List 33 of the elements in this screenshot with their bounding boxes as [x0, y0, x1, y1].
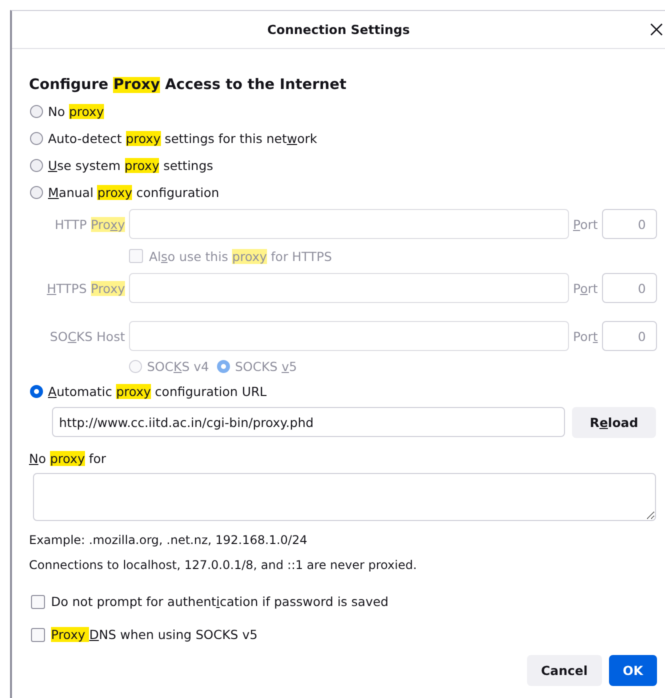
radio-label: Automatic proxy configuration URL: [48, 384, 267, 399]
field-label: SOCKS Host: [48, 328, 125, 344]
radio-label: Use system proxy settings: [48, 158, 214, 173]
cancel-button[interactable]: Cancel: [527, 655, 602, 686]
radio-button[interactable]: [30, 385, 43, 398]
radio-label: No proxy: [48, 104, 104, 119]
ok-button[interactable]: OK: [608, 655, 657, 686]
checkbox[interactable]: [31, 594, 45, 608]
port-label: Port: [573, 328, 598, 344]
field-label: HTTPS Proxy: [46, 280, 125, 296]
checkbox[interactable]: [31, 628, 45, 642]
checkbox-label: Proxy DNS when using SOCKS v5: [51, 627, 258, 642]
radio-button[interactable]: [30, 159, 43, 172]
window-title: Connection Settings: [267, 22, 410, 37]
field-label: No proxy for: [29, 450, 108, 468]
port-label: Port: [573, 280, 598, 296]
close-icon[interactable]: [650, 23, 663, 36]
port-label: Port: [573, 216, 598, 232]
radio-button[interactable]: [30, 132, 43, 145]
radio-label: SOCKS v4: [147, 358, 209, 374]
checkbox-label: Do not prompt for authentication if password is saved: [51, 594, 388, 609]
url-field[interactable]: http://www.cc.iitd.ac.in/cgi-bin/proxy.phd: [52, 407, 565, 437]
radio-button[interactable]: [30, 186, 43, 199]
radio-label: Manual proxy configuration: [48, 185, 220, 200]
reload-button[interactable]: Reload: [572, 407, 656, 438]
help-text: Example: .mozilla.org, .net.nz, 192.168.1.0/24: [29, 532, 308, 548]
help-text: Connections to localhost, 127.0.0.1/8, and ::1 are never proxied.: [29, 556, 418, 574]
radio-button[interactable]: [30, 105, 43, 118]
section-heading: Configure Proxy Access to the Internet: [29, 77, 348, 93]
radio-label: SOCKS v5: [234, 358, 297, 374]
radio-label: Auto-detect proxy settings for this network: [48, 131, 318, 146]
checkbox-label: Also use this proxy for HTTPS: [149, 248, 332, 264]
field-label: HTTP Proxy: [54, 216, 125, 232]
